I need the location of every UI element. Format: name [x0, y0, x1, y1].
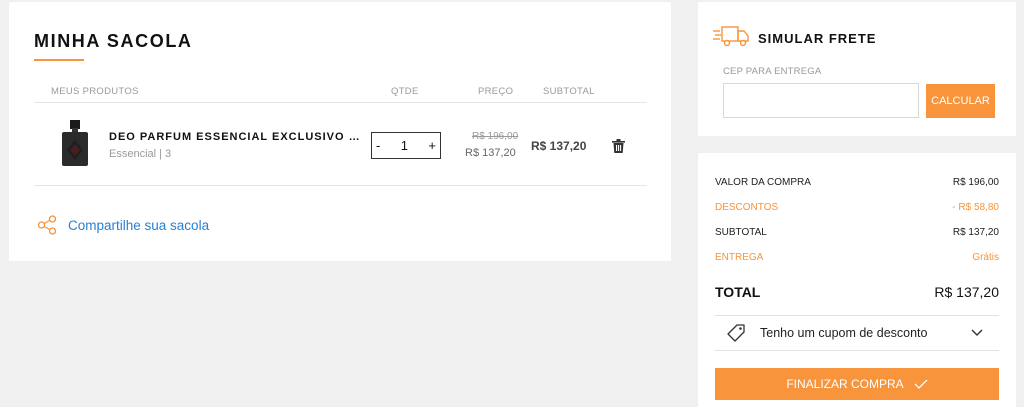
cart-panel: MINHA SACOLA MEUS PRODUTOS QTDE PREÇO SU…	[9, 2, 671, 261]
coupon-label: Tenho um cupom de desconto	[760, 326, 928, 340]
perfume-bottle-image[interactable]	[61, 120, 89, 166]
order-summary-panel: VALOR DA COMPRA R$ 196,00 DESCONTOS - R$…	[698, 153, 1016, 407]
shipping-title: SIMULAR FRETE	[758, 31, 877, 46]
summary-value: - R$ 58,80	[952, 202, 999, 213]
coupon-divider-bottom	[715, 350, 999, 351]
item-subtotal: R$ 137,20	[531, 139, 587, 153]
summary-row-subtotal: SUBTOTAL R$ 137,20	[715, 227, 999, 238]
summary-value: R$ 137,20	[952, 227, 999, 238]
summary-label: ENTREGA	[715, 252, 764, 263]
summary-row-delivery: ENTREGA Grátis	[715, 252, 999, 263]
total-value: R$ 137,20	[934, 284, 999, 300]
share-icon	[37, 215, 57, 235]
summary-row-discounts: DESCONTOS - R$ 58,80	[715, 202, 999, 213]
tag-icon	[727, 324, 745, 342]
qty-value[interactable]: 1	[401, 138, 408, 153]
share-cart-link[interactable]: Compartilhe sua sacola	[37, 215, 209, 235]
coupon-toggle[interactable]: Tenho um cupom de desconto	[715, 316, 999, 350]
summary-label: SUBTOTAL	[715, 227, 767, 238]
title-underline	[34, 59, 84, 61]
product-name[interactable]: DEO PARFUM ESSENCIAL EXCLUSIVO …	[109, 131, 361, 143]
summary-total: TOTAL R$ 137,20	[715, 284, 999, 300]
column-header-qty: QTDE	[391, 86, 419, 97]
summary-label: VALOR DA COMPRA	[715, 177, 811, 188]
discounted-price: R$ 137,20	[465, 147, 516, 159]
page-title: MINHA SACOLA	[34, 31, 193, 51]
total-label: TOTAL	[715, 284, 761, 300]
checkout-button[interactable]: FINALIZAR COMPRA	[715, 368, 999, 400]
summary-label: DESCONTOS	[715, 202, 779, 213]
share-cart-label: Compartilhe sua sacola	[68, 217, 210, 233]
product-variant: Essencial | 3	[109, 148, 172, 160]
qty-increase-button[interactable]: +	[428, 138, 436, 153]
checkout-label: FINALIZAR COMPRA	[786, 377, 904, 391]
trash-icon[interactable]	[612, 139, 625, 153]
qty-decrease-button[interactable]: -	[376, 138, 380, 153]
original-price: R$ 196,00	[472, 131, 519, 142]
column-header-subtotal: SUBTOTAL	[543, 86, 595, 97]
summary-value: R$ 196,00	[952, 177, 999, 188]
column-header-price: PREÇO	[478, 86, 514, 97]
shipping-simulator-panel: SIMULAR FRETE CEP PARA ENTREGA CALCULAR	[698, 2, 1016, 136]
calculate-shipping-button[interactable]: CALCULAR	[926, 84, 995, 118]
summary-row-purchase-value: VALOR DA COMPRA R$ 196,00	[715, 177, 999, 188]
quantity-stepper: - 1 +	[371, 132, 441, 159]
chevron-down-icon	[971, 329, 983, 336]
check-icon	[914, 379, 928, 389]
summary-value: Grátis	[972, 252, 999, 263]
cep-input[interactable]	[723, 83, 919, 118]
truck-icon	[713, 26, 749, 47]
header-divider	[34, 102, 647, 103]
column-header-products: MEUS PRODUTOS	[51, 86, 139, 97]
item-divider	[34, 185, 647, 186]
cep-label: CEP PARA ENTREGA	[723, 66, 822, 77]
